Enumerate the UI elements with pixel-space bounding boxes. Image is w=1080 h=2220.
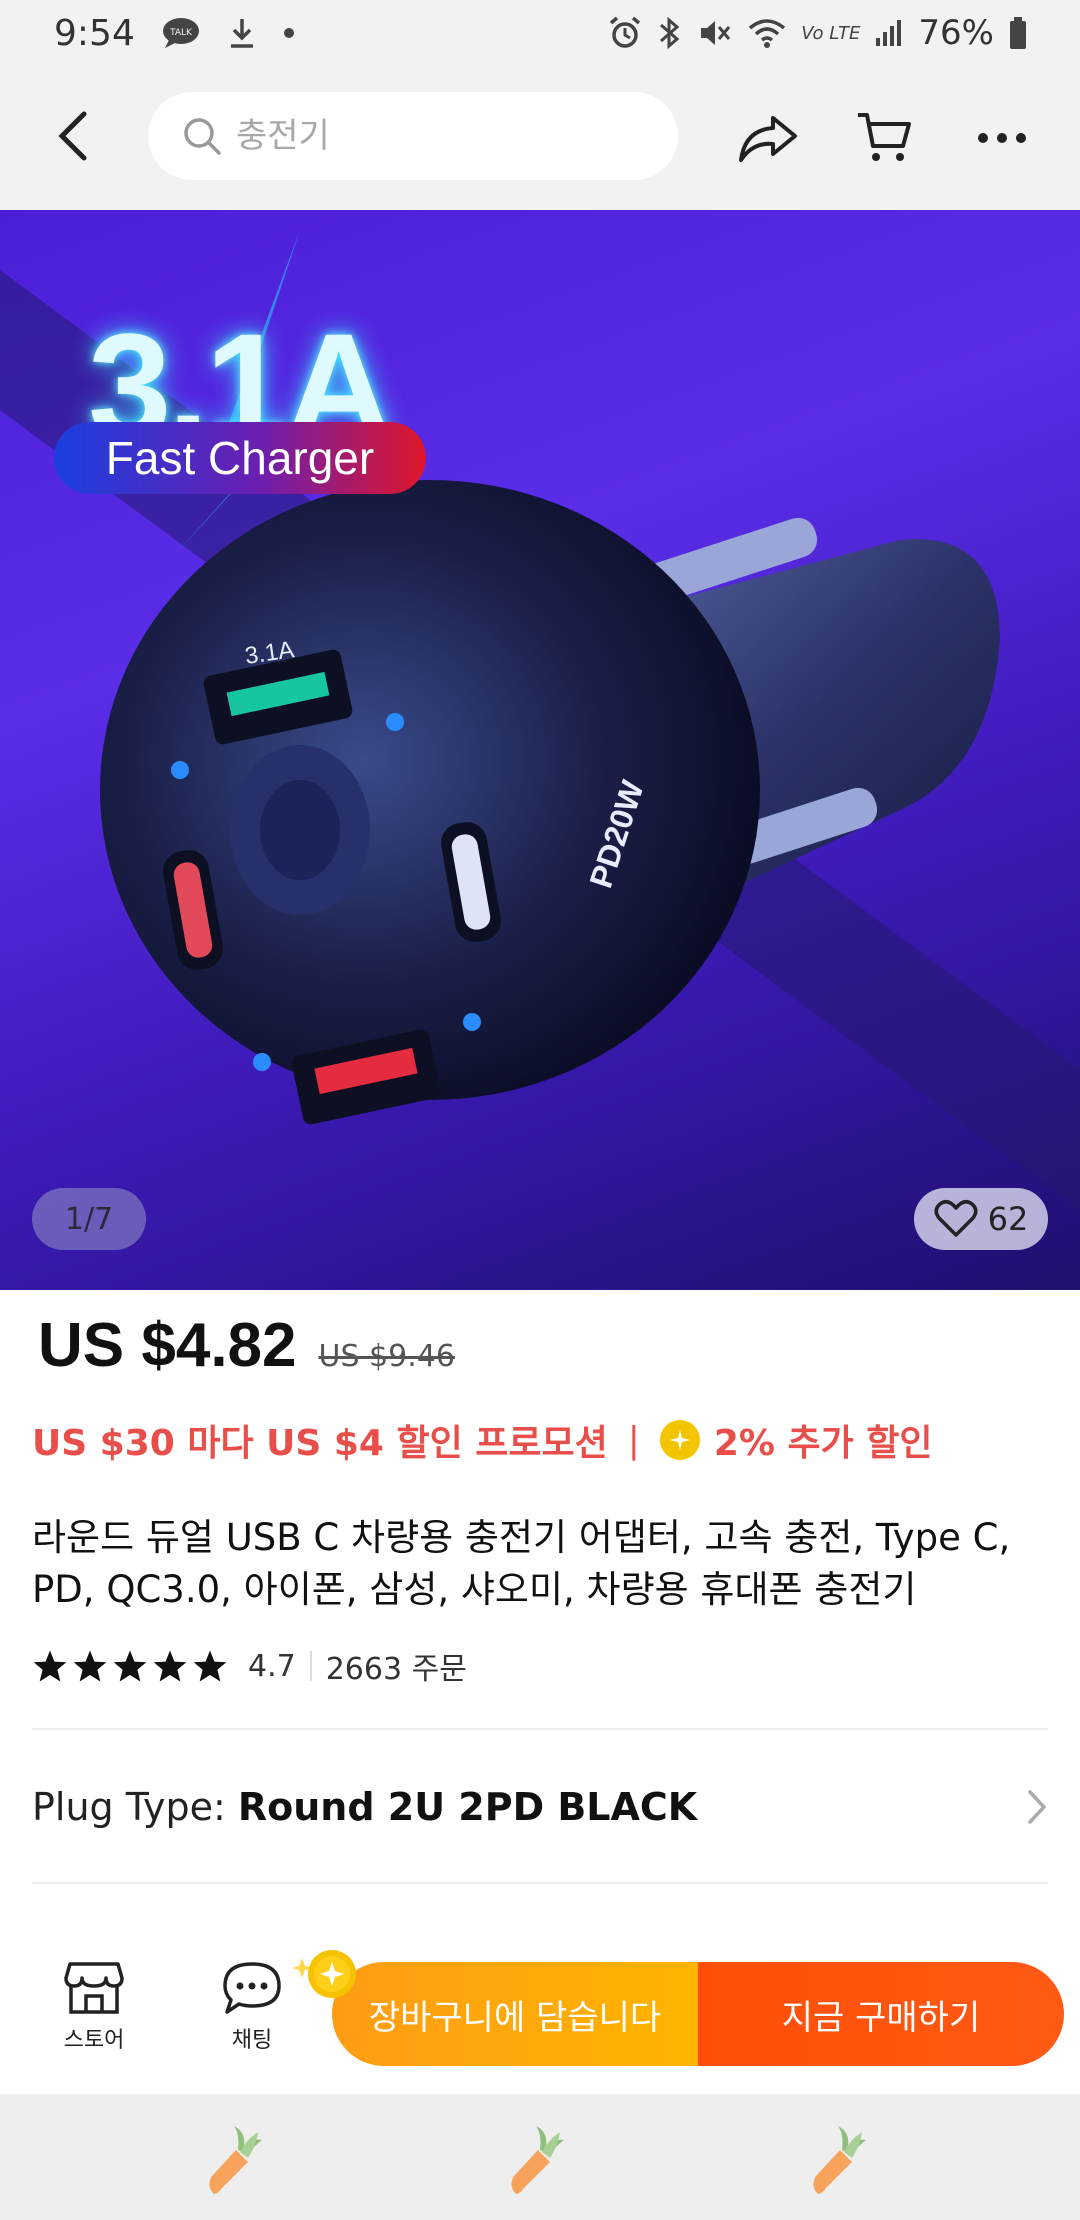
star-icon <box>113 1650 147 1682</box>
divider <box>32 1728 1048 1730</box>
rating-divider <box>309 1651 312 1681</box>
mute-icon <box>697 15 733 51</box>
promotion-separator: | <box>627 1419 640 1461</box>
image-page-indicator: 1/7 <box>32 1188 146 1250</box>
system-navigation-bar <box>0 2094 1080 2220</box>
rating-value: 4.7 <box>248 1648 296 1684</box>
share-button[interactable] <box>732 102 804 174</box>
cart-button[interactable] <box>848 102 920 174</box>
hero-pill-label: Fast Charger <box>54 422 426 494</box>
chevron-right-icon <box>1028 1790 1047 1824</box>
order-count: 2663 주문 <box>325 1652 467 1687</box>
coin-sparkle-icon <box>292 1950 356 1998</box>
wishlist-count: 62 <box>987 1200 1029 1238</box>
download-icon <box>227 16 257 50</box>
shopping-cart-icon <box>858 113 911 161</box>
star-icon <box>73 1650 107 1682</box>
nav-carrot-icon[interactable] <box>200 2120 270 2200</box>
dot-icon <box>283 27 295 39</box>
store-label: 스토어 <box>63 2028 125 2053</box>
svg-text:TALK: TALK <box>169 28 193 38</box>
nav-carrot-icon[interactable] <box>804 2120 874 2200</box>
battery-percent: 76% <box>918 13 994 53</box>
wishlist-button[interactable]: 62 <box>914 1188 1048 1250</box>
talk-notification-icon: TALK <box>161 16 201 50</box>
bluetooth-icon <box>657 15 683 51</box>
alarm-icon <box>607 15 643 51</box>
star-icon <box>33 1650 67 1682</box>
store-button[interactable]: 스토어 <box>34 1960 154 2054</box>
back-button[interactable] <box>44 106 104 166</box>
battery-icon <box>1008 16 1028 50</box>
promotion-row[interactable]: US $30 마다 US $4 할인 프로모션 | 2% 추가 할인 <box>32 1414 933 1466</box>
star-rating <box>32 1649 228 1683</box>
heart-icon <box>934 1200 978 1237</box>
chevron-left-icon <box>58 111 87 161</box>
star-icon <box>193 1650 227 1682</box>
product-image-carousel[interactable]: 3.1A PD20W 3.1A Fast Charger 1/7 62 <box>0 210 1080 1290</box>
add-to-cart-button[interactable]: 장바구니에 담습니다 <box>332 1962 698 2066</box>
price-row: US $4.82 US $9.46 <box>38 1310 455 1381</box>
coin-discount-text: 2% 추가 할인 <box>713 1423 933 1464</box>
current-price: US $4.82 <box>38 1311 297 1380</box>
original-price: US $9.46 <box>318 1339 455 1374</box>
product-title: 라운드 듀얼 USB C 차량용 충전기 어댑터, 고속 충전, Type C,… <box>32 1516 1011 1611</box>
top-header <box>0 66 1080 210</box>
status-bar: 9:54 TALK Vo LTE 76% <box>0 0 1080 66</box>
coin-icon <box>659 1420 700 1460</box>
signal-icon <box>874 18 904 48</box>
rating-row[interactable]: 4.7 2663 주문 <box>32 1644 467 1688</box>
nav-carrot-icon[interactable] <box>502 2120 572 2200</box>
variant-label: Plug Type: <box>32 1785 226 1829</box>
status-time: 9:54 <box>54 12 135 54</box>
more-dots-icon <box>978 133 1026 143</box>
more-options-button[interactable] <box>966 102 1038 174</box>
chat-label: 채팅 <box>231 2028 273 2053</box>
search-icon <box>184 118 221 155</box>
share-icon <box>739 116 797 162</box>
chat-bubble-icon <box>223 1962 281 2014</box>
search-input[interactable] <box>236 116 636 156</box>
bottom-action-bar: 스토어 채팅 장바구니에 담습니다 지금 구매하기 <box>0 1930 1080 2094</box>
buy-now-button[interactable]: 지금 구매하기 <box>698 1962 1064 2066</box>
promotion-text: US $30 마다 US $4 할인 프로모션 <box>32 1423 608 1464</box>
variant-selector[interactable]: Plug Type: Round 2U 2PD BLACK <box>32 1764 1048 1850</box>
store-icon <box>64 1962 124 2014</box>
variant-value: Round 2U 2PD BLACK <box>237 1785 698 1829</box>
divider <box>32 1882 1048 1884</box>
star-icon <box>153 1650 187 1682</box>
search-bar[interactable] <box>148 92 678 180</box>
volte-icon: Vo LTE <box>801 22 861 44</box>
wifi-icon <box>747 16 787 50</box>
